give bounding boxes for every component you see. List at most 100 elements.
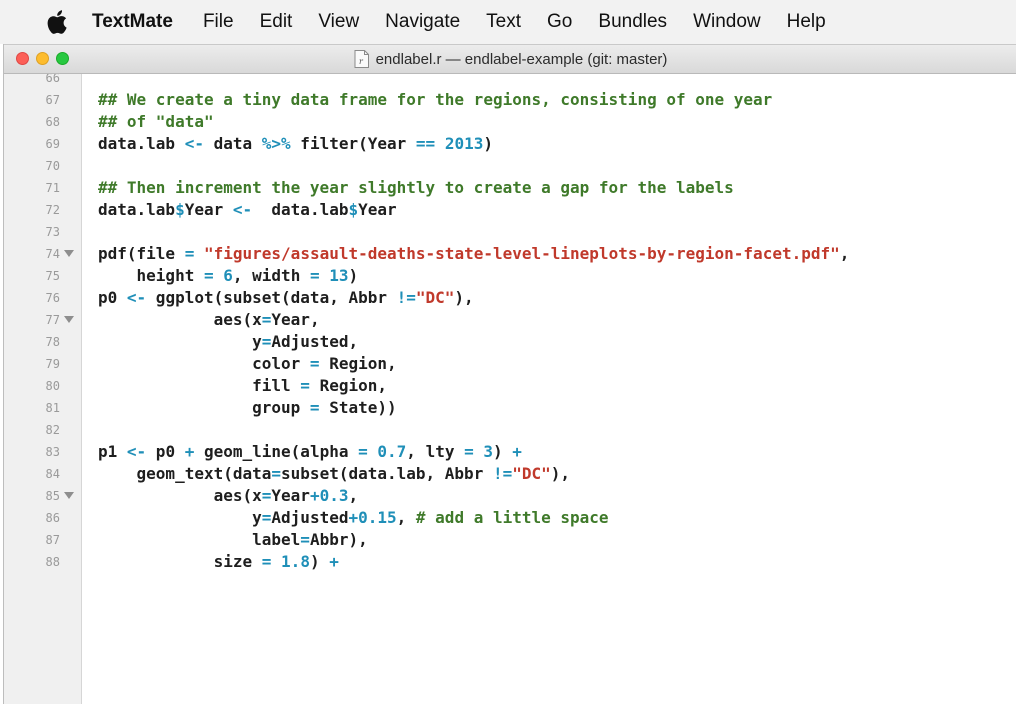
code-token-plain: p1	[98, 442, 127, 461]
code-token-plain: Abbr),	[309, 530, 368, 549]
code-line[interactable]: y=Adjusted+0.15, # add a little space	[98, 507, 609, 529]
menu-text[interactable]: Text	[486, 11, 521, 33]
menu-app-name[interactable]: TextMate	[92, 11, 173, 33]
code-token-plain: y	[98, 508, 262, 527]
code-token-number: 0.15	[358, 508, 397, 527]
code-line[interactable]: group = State))	[98, 397, 397, 419]
code-line[interactable]: geom_text(data=subset(data.lab, Abbr !="…	[98, 463, 570, 485]
code-token-plain: filter(Year	[290, 134, 416, 153]
code-token-plain: y	[98, 332, 262, 351]
line-number-text: 71	[45, 181, 60, 195]
line-number-text: 70	[45, 159, 60, 173]
code-line[interactable]: aes(x=Year+0.3,	[98, 485, 359, 507]
fold-toggle-icon[interactable]	[64, 492, 74, 499]
menu-edit[interactable]: Edit	[260, 11, 293, 33]
code-token-op: =	[309, 398, 320, 417]
code-token-op: =	[309, 266, 320, 285]
code-token-plain: State))	[319, 398, 397, 417]
line-number-text: 75	[45, 269, 60, 283]
menu-window[interactable]: Window	[693, 11, 761, 33]
code-token-op: +	[329, 552, 339, 571]
code-area[interactable]: ## We create a tiny data frame for the r…	[98, 74, 1016, 704]
code-line[interactable]: ## Then increment the year slightly to c…	[98, 177, 734, 199]
menu-bundles[interactable]: Bundles	[598, 11, 667, 33]
line-number: 67	[4, 89, 78, 111]
code-line[interactable]: p0 <- ggplot(subset(data, Abbr !="DC"),	[98, 287, 474, 309]
line-number-text: 83	[45, 445, 60, 459]
code-token-op: =	[300, 530, 310, 549]
line-number-text: 74	[45, 247, 60, 261]
fold-toggle-icon[interactable]	[64, 316, 74, 323]
code-line[interactable]: size = 1.8) +	[98, 551, 339, 573]
code-line[interactable]: fill = Region,	[98, 375, 387, 397]
line-number: 88	[4, 551, 78, 573]
code-token-number: 13	[329, 266, 349, 285]
code-token-plain: ,	[839, 244, 850, 263]
code-token-comment: # add a little space	[415, 508, 609, 527]
code-token-plain: data.lab	[98, 134, 185, 153]
line-number-text: 76	[45, 291, 60, 305]
line-number: 79	[4, 353, 78, 375]
line-number-text: 67	[45, 93, 60, 107]
apple-menu-icon[interactable]	[38, 7, 74, 37]
code-token-op: =	[271, 464, 282, 483]
code-token-plain: fill	[98, 376, 301, 395]
line-number: 82	[4, 419, 78, 441]
code-token-plain: Year	[271, 486, 310, 505]
code-line[interactable]: y=Adjusted,	[98, 331, 358, 353]
code-line[interactable]: data.lab <- data %>% filter(Year == 2013…	[98, 133, 493, 155]
code-token-plain: subset(data.lab, Abbr	[281, 464, 493, 483]
line-number: 73	[4, 221, 78, 243]
code-token-op: !=	[492, 464, 513, 483]
menu-view[interactable]: View	[318, 11, 359, 33]
code-line[interactable]: ## of "data"	[98, 111, 214, 133]
line-number: 84	[4, 463, 78, 485]
line-number: 85	[4, 485, 78, 507]
code-token-op: $	[348, 200, 359, 219]
code-token-op: =	[184, 244, 195, 263]
code-token-string: "figures/assault-deaths-state-level-line…	[203, 244, 840, 263]
code-token-plain: data	[203, 134, 262, 153]
code-line[interactable]: p1 <- p0 + geom_line(alpha = 0.7, lty = …	[98, 441, 522, 463]
line-number-text: 87	[45, 533, 60, 547]
title-bar[interactable]: r endlabel.r — endlabel-example (git: ma…	[4, 44, 1016, 74]
code-token-op: =	[261, 552, 272, 571]
code-line[interactable]: aes(x=Year,	[98, 309, 320, 331]
code-token-plain: )	[348, 266, 359, 285]
code-token-plain: geom_text(data	[98, 464, 272, 483]
menu-go[interactable]: Go	[547, 11, 572, 33]
line-number-text: 79	[45, 357, 60, 371]
code-editor[interactable]: 66 67 68 69 70 71 72 73 74 75 76 77 78 79 80 81 82 83 84 85…	[4, 74, 1016, 704]
window-title: r endlabel.r — endlabel-example (git: ma…	[4, 45, 1016, 73]
code-line[interactable]: height = 6, width = 13)	[98, 265, 359, 287]
line-number-text: 86	[45, 511, 60, 525]
code-line[interactable]: data.lab$Year <- data.lab$Year	[98, 199, 397, 221]
code-line[interactable]: color = Region,	[98, 353, 397, 375]
menu-bar: TextMate File Edit View Navigate Text Go…	[0, 0, 1016, 44]
code-token-plain: geom_line(alpha	[194, 442, 359, 461]
code-token-op: =	[358, 442, 368, 461]
code-token-comment: ## of "data"	[98, 112, 214, 131]
menu-navigate[interactable]: Navigate	[385, 11, 460, 33]
code-token-plain: p0	[98, 288, 127, 307]
code-line[interactable]: ## We create a tiny data frame for the r…	[98, 89, 772, 111]
code-token-plain: ggplot(subset(data, Abbr	[146, 288, 397, 307]
code-token-number: 2013	[444, 134, 484, 153]
code-line[interactable]: pdf(file = "figures/assault-deaths-state…	[98, 243, 849, 265]
code-line[interactable]: label=Abbr),	[98, 529, 368, 551]
code-token-plain: ),	[454, 288, 474, 307]
line-number-text: 72	[45, 203, 60, 217]
code-token-plain: data.lab	[252, 200, 349, 219]
line-number: 78	[4, 331, 78, 353]
line-number: 70	[4, 155, 78, 177]
code-token-plain: pdf(file	[98, 244, 185, 263]
menu-help[interactable]: Help	[787, 11, 826, 33]
code-token-comment: ## We create a tiny data frame for the r…	[98, 90, 773, 109]
fold-toggle-icon[interactable]	[64, 250, 74, 257]
menu-file[interactable]: File	[203, 11, 234, 33]
code-token-number: 3	[483, 442, 494, 461]
editor-window: r endlabel.r — endlabel-example (git: ma…	[3, 44, 1016, 704]
